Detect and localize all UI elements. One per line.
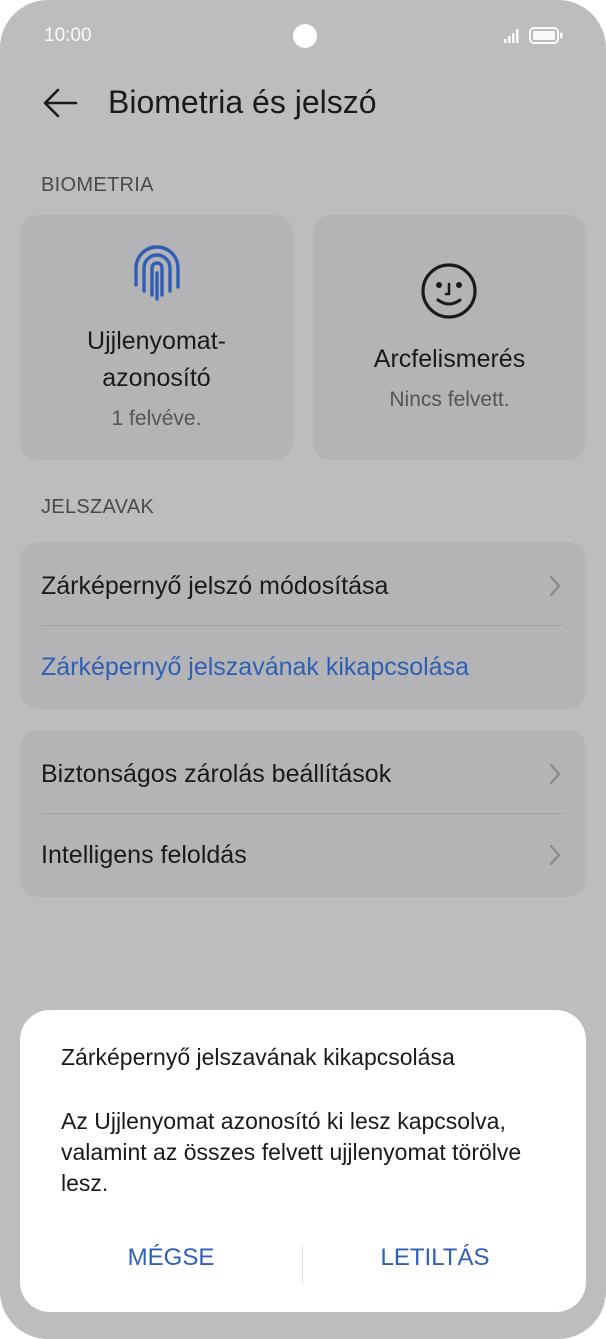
chevron-right-icon <box>549 575 561 597</box>
security-card: Biztonságos zárolás beállítások Intellig… <box>20 730 586 897</box>
button-divider <box>302 1246 303 1284</box>
fingerprint-title-line2: azonosító <box>102 364 211 392</box>
chevron-right-icon <box>549 763 561 785</box>
list-item-label: Biztonságos zárolás beállítások <box>41 760 392 788</box>
cancel-button[interactable]: MÉGSE <box>71 1244 271 1272</box>
dialog-title: Zárképernyő jelszavának kikapcsolása <box>61 1044 455 1070</box>
fingerprint-icon <box>134 245 180 301</box>
face-subtitle: Nincs felvett. <box>389 388 510 411</box>
confirm-dialog: Zárképernyő jelszavának kikapcsolása Az … <box>20 1010 586 1312</box>
disable-button[interactable]: LETILTÁS <box>335 1244 535 1272</box>
signal-icon <box>504 29 519 43</box>
smart-unlock-item[interactable]: Intelligens feloldás <box>20 813 586 895</box>
face-icon <box>421 263 477 319</box>
battery-icon <box>529 27 563 44</box>
chevron-right-icon <box>549 844 561 866</box>
list-item-label: Zárképernyő jelszó módosítása <box>41 572 389 600</box>
list-item-label: Intelligens feloldás <box>41 841 247 869</box>
section-label-passwords: JELSZAVAK <box>41 496 155 518</box>
fingerprint-subtitle: 1 felvéve. <box>111 407 202 430</box>
secure-lock-settings-item[interactable]: Biztonságos zárolás beállítások <box>20 732 586 814</box>
face-title: Arcfelismerés <box>373 345 526 373</box>
change-lockscreen-password-item[interactable]: Zárképernyő jelszó módosítása <box>20 544 586 626</box>
section-label-biometrics: BIOMETRIA <box>41 174 154 196</box>
front-camera <box>293 24 317 48</box>
fingerprint-title-line1: Ujjlenyomat- <box>87 327 226 355</box>
phone-screen: 10:00 Biometria és jelszó BIOMETRIA Ujjl… <box>0 0 606 1339</box>
fingerprint-card[interactable]: Ujjlenyomat- azonosító 1 felvéve. <box>20 215 293 460</box>
face-recognition-card[interactable]: Arcfelismerés Nincs felvett. <box>313 215 586 460</box>
list-item-label: Zárképernyő jelszavának kikapcsolása <box>41 653 469 681</box>
dialog-message: Az Ujjlenyomat azonosító ki lesz kapcsol… <box>61 1108 522 1196</box>
status-time: 10:00 <box>44 25 92 46</box>
disable-lockscreen-password-item[interactable]: Zárképernyő jelszavának kikapcsolása <box>20 625 586 707</box>
passwords-card: Zárképernyő jelszó módosítása Zárképerny… <box>20 542 586 709</box>
status-bar: 10:00 <box>0 0 606 70</box>
page-title: Biometria és jelszó <box>108 84 377 120</box>
app-header: Biometria és jelszó <box>0 70 606 140</box>
back-arrow-icon[interactable] <box>40 83 80 123</box>
